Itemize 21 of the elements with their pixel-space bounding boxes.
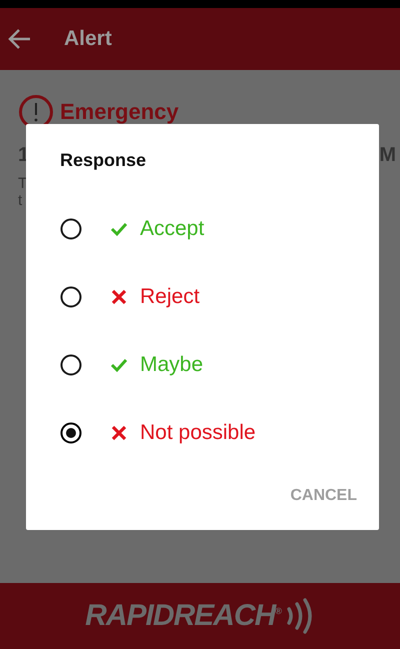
alert-text: M bbox=[379, 144, 396, 167]
dialog-title: Response bbox=[60, 150, 148, 171]
response-option[interactable]: Maybe bbox=[60, 331, 357, 399]
logo-text: RAPIDREACH$^{®}$ bbox=[85, 599, 281, 633]
alert-heading: Emergency bbox=[60, 99, 179, 125]
cancel-button[interactable]: CANCEL bbox=[290, 479, 357, 513]
check-icon bbox=[110, 356, 128, 374]
alert-text: T bbox=[18, 175, 28, 192]
radio-button[interactable] bbox=[60, 218, 82, 240]
radio-button[interactable] bbox=[60, 422, 82, 444]
alert-text: t bbox=[18, 192, 22, 209]
radio-button[interactable] bbox=[60, 286, 82, 308]
check-icon bbox=[110, 220, 128, 238]
app-bar-title: Alert bbox=[64, 27, 112, 51]
cross-icon bbox=[110, 288, 128, 306]
response-option[interactable]: Accept bbox=[60, 195, 357, 263]
cross-icon bbox=[110, 424, 128, 442]
signal-waves-icon bbox=[284, 598, 315, 634]
response-option[interactable]: Not possible bbox=[60, 399, 357, 467]
response-option[interactable]: Reject bbox=[60, 263, 357, 331]
radio-button[interactable] bbox=[60, 354, 82, 376]
